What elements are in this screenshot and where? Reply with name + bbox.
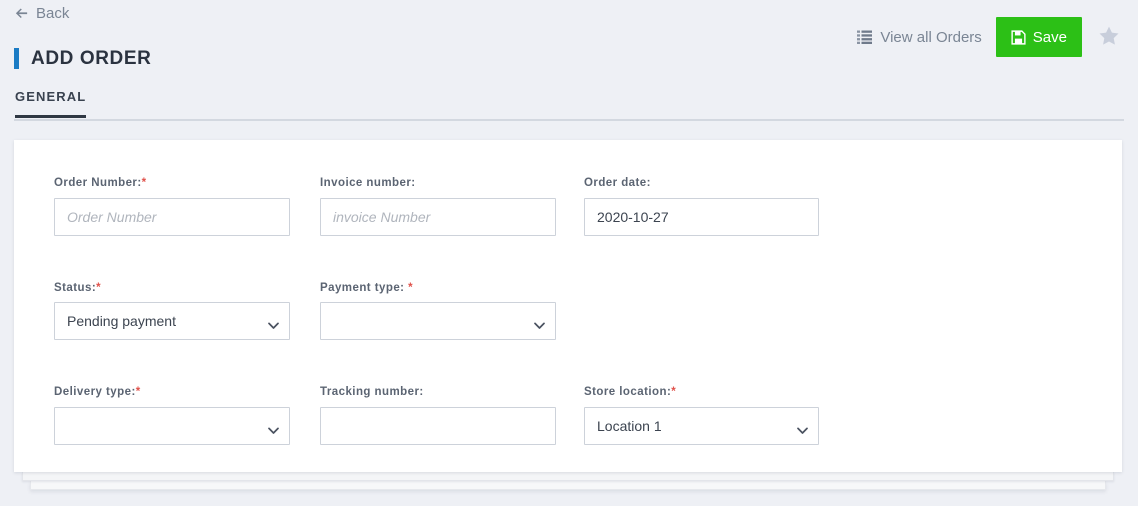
form-card-stack: Order Number:* Invoice number: Order dat… [14,140,1122,490]
star-icon [1097,24,1121,51]
delivery-type-select-wrap [54,406,290,445]
invoice-number-input[interactable] [320,197,556,236]
field-label: Status:* [54,281,102,294]
store-location-select-wrap: Location 1 [584,406,819,445]
field-status: Status:* Pending payment [54,281,320,340]
save-button-label: Save [1032,28,1067,46]
field-label: Order Number:* [54,177,147,189]
tracking-number-input[interactable] [320,406,556,445]
required-mark: * [135,386,141,398]
field-label: Store location:* [584,386,677,398]
order-date-input[interactable] [584,197,819,236]
row-spacer [54,340,1122,387]
payment-type-select-wrap [320,302,556,340]
field-label: Invoice number: [320,177,416,189]
tab-general[interactable]: GENERAL [15,89,87,118]
order-number-input[interactable] [54,197,290,236]
field-tracking-number: Tracking number: [320,386,584,445]
form-card: Order Number:* Invoice number: Order dat… [14,140,1122,472]
field-store-location: Store location:* Location 1 [584,386,850,445]
field-label: Order date: [584,177,651,189]
payment-type-select[interactable] [320,302,556,340]
tab-bar: GENERAL [14,88,1124,121]
required-mark: * [96,281,102,294]
store-location-select[interactable]: Location 1 [584,406,819,445]
field-order-number: Order Number:* [54,177,320,236]
form-row: Order Number:* Invoice number: Order dat… [54,177,1122,236]
add-order-page: Back View all Orders Save ADD ORDER GENE… [0,0,1138,506]
back-label: Back [36,5,70,22]
page-title-group: ADD ORDER [14,48,151,69]
page-actions: View all Orders Save [857,17,1122,57]
field-row2-empty [584,283,850,341]
field-label: Delivery type:* [54,386,141,398]
card-stack-layer-2 [22,472,1114,481]
list-icon [857,30,873,44]
form-row: Delivery type:* Tracking number: Store l… [54,386,1122,445]
status-select[interactable]: Pending payment [54,302,290,340]
add-order-form: Order Number:* Invoice number: Order dat… [14,140,1122,445]
field-payment-type: Payment type: * [320,281,584,340]
required-mark: * [141,177,147,189]
view-all-orders-link[interactable]: View all Orders [857,28,982,46]
back-link[interactable]: Back [14,6,69,21]
field-label: Payment type: * [320,281,414,294]
page-title: ADD ORDER [31,48,152,69]
arrow-left-icon [14,6,29,21]
field-invoice-number: Invoice number: [320,177,584,236]
form-row: Status:* Pending payment Payment type: * [54,281,1122,341]
save-button[interactable]: Save [995,17,1082,57]
field-order-date: Order date: [584,177,850,236]
favorite-button[interactable] [1096,24,1122,50]
delivery-type-select[interactable] [54,406,290,445]
row-spacer [54,236,1122,283]
status-select-wrap: Pending payment [54,302,290,340]
title-accent-bar [14,48,19,69]
field-delivery-type: Delivery type:* [54,386,320,445]
required-mark: * [408,281,414,294]
field-label: Tracking number: [320,386,424,398]
required-mark: * [671,386,677,398]
view-all-orders-label: View all Orders [880,28,982,46]
floppy-save-icon [1011,29,1026,45]
card-stack-layer-3 [30,481,1106,490]
